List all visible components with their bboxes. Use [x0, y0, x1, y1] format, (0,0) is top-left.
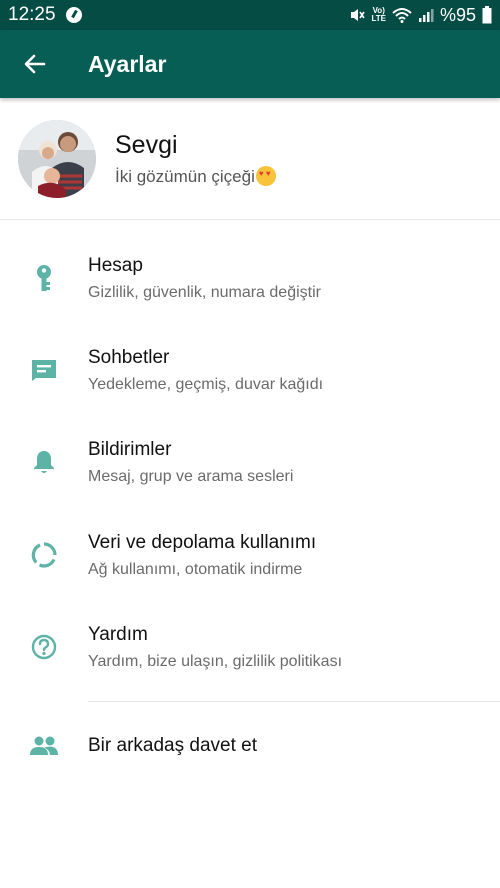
settings-item-title: Bildirimler [88, 438, 172, 460]
settings-item-title: Veri ve depolama kullanımı [88, 531, 317, 553]
status-bar: 12:25 Vo) LTE %95 [0, 0, 500, 30]
volte-indicator: Vo) LTE [371, 7, 386, 23]
app-bar: Ayarlar [0, 30, 500, 98]
settings-item-title: Sohbetler [88, 346, 170, 368]
bell-icon [0, 416, 88, 508]
profile-card[interactable]: Sevgi İki gözümün çiçeği [0, 98, 500, 220]
settings-item-text: Sohbetler Yedekleme, geçmiş, duvar kağıd… [88, 347, 323, 394]
settings-item-subtitle: Yedekleme, geçmiş, duvar kağıdı [88, 375, 324, 393]
status-time: 12:25 [8, 4, 56, 25]
battery-level: %95 [439, 4, 476, 25]
settings-item-data-storage[interactable]: Veri ve depolama kullanımı Ağ kullanımı,… [0, 509, 500, 601]
profile-name: Sevgi [115, 130, 178, 159]
settings-item-subtitle: Gizlilik, güvenlik, numara değiştir [88, 283, 321, 301]
settings-item-help[interactable]: Yardım Yardım, bize ulaşın, gizlilik pol… [0, 601, 500, 693]
settings-item-account[interactable]: Hesap Gizlilik, güvenlik, numara değişti… [0, 232, 500, 324]
key-icon [0, 232, 88, 324]
help-icon [0, 601, 88, 693]
settings-item-subtitle: Yardım, bize ulaşın, gizlilik politikası [88, 652, 343, 670]
mute-icon [351, 9, 366, 21]
profile-info: Sevgi İki gözümün çiçeği [115, 131, 276, 187]
battery-icon [482, 6, 492, 24]
chat-icon [0, 324, 88, 416]
invite-friend-label: Bir arkadaş davet et [88, 735, 257, 756]
settings-item-chats[interactable]: Sohbetler Yedekleme, geçmiş, duvar kağıd… [0, 324, 500, 416]
settings-item-notifications[interactable]: Bildirimler Mesaj, grup ve arama sesleri [0, 416, 500, 508]
avatar[interactable] [18, 119, 96, 198]
volte-label-bottom: LTE [371, 14, 386, 23]
settings-item-text: Yardım Yardım, bize ulaşın, gizlilik pol… [88, 624, 342, 671]
settings-item-subtitle: Ağ kullanımı, otomatik indirme [88, 560, 303, 578]
signal-icon [418, 9, 434, 22]
wifi-icon [392, 8, 412, 23]
arrow-left-icon [24, 54, 46, 74]
app-notification-icon [65, 7, 82, 23]
profile-photo [18, 119, 96, 198]
status-icons: Vo) LTE %95 [349, 5, 492, 26]
settings-item-text: Hesap Gizlilik, güvenlik, numara değişti… [88, 255, 321, 302]
invite-friend-item[interactable]: Bir arkadaş davet et [0, 700, 500, 792]
page-title: Ayarlar [88, 50, 167, 77]
profile-status: İki gözümün çiçeği [115, 166, 255, 186]
settings-screen: 12:25 Vo) LTE %95 Ayarlar Sevgi İki gözü… [0, 0, 500, 888]
back-button[interactable] [5, 30, 65, 98]
settings-item-text: Bildirimler Mesaj, grup ve arama sesleri [88, 439, 293, 486]
people-icon [0, 700, 88, 792]
settings-item-title: Hesap [88, 254, 143, 276]
settings-item-title: Yardım [88, 623, 148, 645]
settings-item-text: Veri ve depolama kullanımı Ağ kullanımı,… [88, 532, 316, 579]
smiling-face-with-hearts-icon [255, 165, 276, 186]
settings-item-text: Bir arkadaş davet et [88, 735, 257, 757]
profile-status-line: İki gözümün çiçeği [115, 165, 276, 187]
data-usage-icon [0, 509, 88, 601]
settings-item-subtitle: Mesaj, grup ve arama sesleri [88, 467, 294, 485]
